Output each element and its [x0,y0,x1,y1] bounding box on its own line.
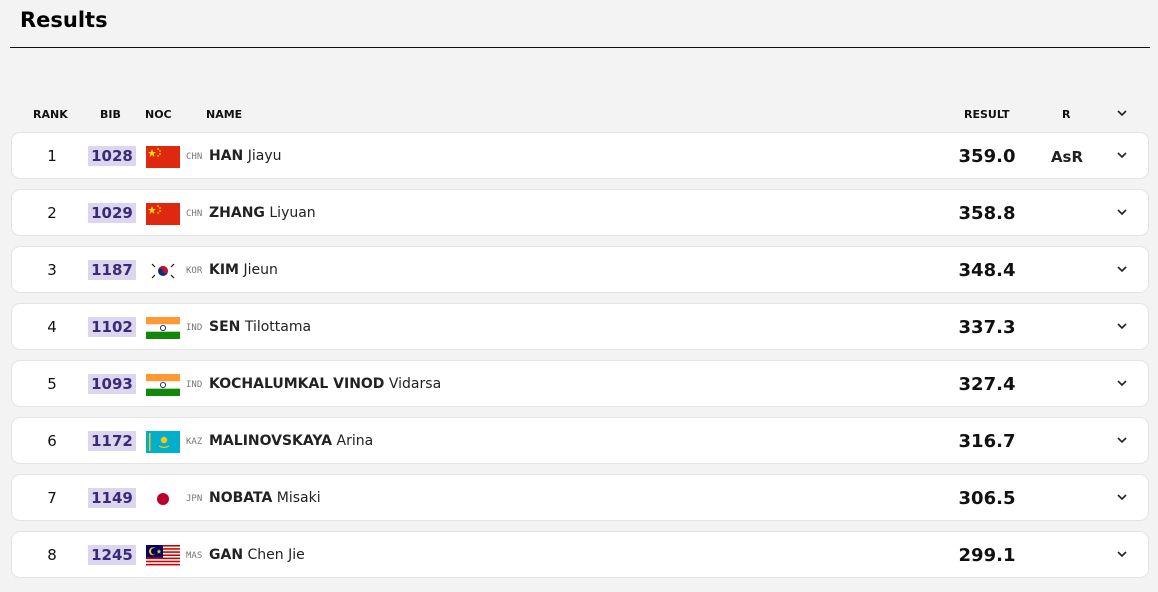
expand-row-chevron-icon[interactable] [1114,489,1130,505]
bib-badge: 1028 [88,146,136,166]
athlete-given-name: Jieun [243,262,278,278]
header-record: R [1062,108,1071,121]
expand-all-chevron-icon[interactable] [1114,105,1130,121]
result-value: 327.4 [958,374,1016,395]
china-flag-icon [146,203,180,225]
china-flag-icon [146,146,180,168]
header-rank: RANK [33,108,68,121]
athlete-surname: NOBATA [209,490,273,506]
athlete-surname: KOCHALUMKAL VINOD [209,376,385,392]
athlete-name[interactable]: GAN Chen Jie [209,547,305,563]
result-value: 348.4 [958,260,1016,281]
rank-value: 4 [47,318,57,336]
expand-row-chevron-icon[interactable] [1114,546,1130,562]
noc-code: JPN [186,494,203,504]
table-row[interactable]: 8 1245 MAS GAN Chen Jie 299.1 [11,531,1149,578]
table-row[interactable]: 2 1029 CHN ZHANG Liyuan 358.8 [11,189,1149,236]
rank-value: 1 [47,147,57,165]
rank-value: 5 [47,375,57,393]
bib-badge: 1102 [88,317,136,337]
athlete-given-name: Arina [336,433,374,449]
title-divider [10,47,1150,48]
india-flag-icon [146,374,180,396]
rank-value: 7 [47,489,57,507]
athlete-given-name: Misaki [276,490,321,506]
noc-code: MAS [186,551,203,561]
athlete-surname: MALINOVSKAYA [209,433,333,449]
india-flag-icon [146,317,180,339]
noc-code: IND [186,380,203,390]
bib-badge: 1245 [88,545,136,565]
athlete-name[interactable]: HAN Jiayu [209,148,282,164]
athlete-given-name: Liyuan [269,205,316,221]
noc-code: KOR [186,266,203,276]
athlete-name[interactable]: SEN Tilottama [209,319,311,335]
rank-value: 2 [47,204,57,222]
athlete-surname: KIM [209,262,239,278]
header-noc: NOC [145,108,172,121]
results-table: 1 1028 CHN HAN Jiayu 359.0 AsR 2 1029 CHN ZHANG L… [11,132,1149,588]
japan-flag-icon [146,488,180,510]
malaysia-flag-icon [146,545,180,567]
korea-flag-icon [146,260,180,282]
record-badge: AsR [1050,148,1084,166]
athlete-surname: GAN [209,547,244,563]
result-value: 316.7 [958,431,1016,452]
table-row[interactable]: 7 1149 JPN NOBATA Misaki 306.5 [11,474,1149,521]
header-bib: BIB [100,108,121,121]
athlete-name[interactable]: ZHANG Liyuan [209,205,316,221]
athlete-given-name: Chen Jie [247,547,305,563]
athlete-name[interactable]: MALINOVSKAYA Arina [209,433,373,449]
athlete-given-name: Jiayu [247,148,282,164]
bib-badge: 1172 [88,431,136,451]
result-value: 306.5 [958,488,1016,509]
bib-badge: 1149 [88,488,136,508]
table-row[interactable]: 4 1102 IND SEN Tilottama 337.3 [11,303,1149,350]
athlete-surname: ZHANG [209,205,265,221]
page-title: Results [20,8,108,32]
expand-row-chevron-icon[interactable] [1114,147,1130,163]
result-value: 299.1 [958,545,1016,566]
expand-row-chevron-icon[interactable] [1114,261,1130,277]
expand-row-chevron-icon[interactable] [1114,375,1130,391]
rank-value: 6 [47,432,57,450]
noc-code: CHN [186,152,203,162]
noc-code: CHN [186,209,203,219]
result-value: 358.8 [958,203,1016,224]
athlete-given-name: Tilottama [244,319,312,335]
table-row[interactable]: 6 1172 KAZ MALINOVSKAYA Arina 316.7 [11,417,1149,464]
table-row[interactable]: 3 1187 KOR KIM Jieun 348.4 [11,246,1149,293]
expand-row-chevron-icon[interactable] [1114,432,1130,448]
kazakhstan-flag-icon [146,431,180,453]
noc-code: IND [186,323,203,333]
rank-value: 8 [47,546,57,564]
header-result: RESULT [964,108,1010,121]
table-row[interactable]: 5 1093 IND KOCHALUMKAL VINOD Vidarsa 327.4 [11,360,1149,407]
rank-value: 3 [47,261,57,279]
athlete-name[interactable]: KOCHALUMKAL VINOD Vidarsa [209,376,441,392]
expand-row-chevron-icon[interactable] [1114,204,1130,220]
result-value: 337.3 [958,317,1016,338]
expand-row-chevron-icon[interactable] [1114,318,1130,334]
result-value: 359.0 [958,146,1016,167]
bib-badge: 1187 [88,260,136,280]
athlete-name[interactable]: NOBATA Misaki [209,490,321,506]
noc-code: KAZ [186,437,203,447]
athlete-given-name: Vidarsa [388,376,442,392]
athlete-name[interactable]: KIM Jieun [209,262,278,278]
athlete-surname: HAN [209,148,244,164]
bib-badge: 1029 [88,203,136,223]
bib-badge: 1093 [88,374,136,394]
athlete-surname: SEN [209,319,241,335]
table-row[interactable]: 1 1028 CHN HAN Jiayu 359.0 AsR [11,132,1149,179]
header-name: NAME [206,108,243,121]
